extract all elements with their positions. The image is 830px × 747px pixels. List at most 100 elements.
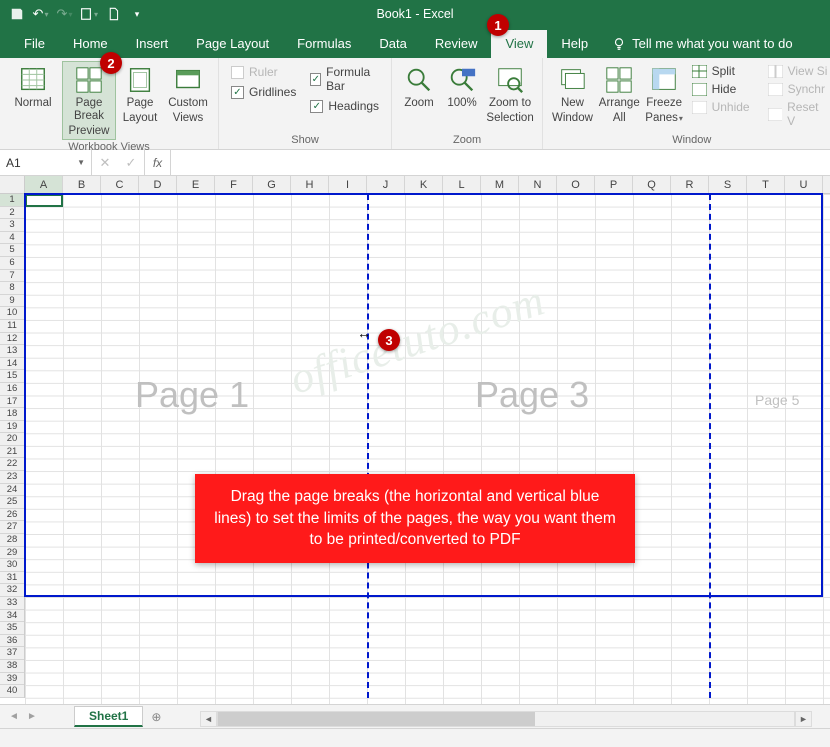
tab-nav-next-icon[interactable]: ► — [24, 711, 40, 722]
scroll-left-icon[interactable]: ◄ — [200, 711, 217, 727]
page-layout-view-button[interactable]: PageLayout — [118, 61, 162, 126]
row-header-29[interactable]: 29 — [0, 547, 24, 560]
row-header-40[interactable]: 40 — [0, 685, 24, 698]
row-header-6[interactable]: 6 — [0, 257, 24, 270]
row-header-5[interactable]: 5 — [0, 244, 24, 257]
col-header-B[interactable]: B — [63, 176, 101, 193]
col-header-Q[interactable]: Q — [633, 176, 671, 193]
col-header-C[interactable]: C — [101, 176, 139, 193]
row-header-1[interactable]: 1 — [0, 194, 24, 207]
row-header-28[interactable]: 28 — [0, 534, 24, 547]
col-header-I[interactable]: I — [329, 176, 367, 193]
row-header-38[interactable]: 38 — [0, 660, 24, 673]
col-header-L[interactable]: L — [443, 176, 481, 193]
formula-input[interactable] — [171, 150, 830, 175]
row-header-21[interactable]: 21 — [0, 446, 24, 459]
row-header-37[interactable]: 37 — [0, 647, 24, 660]
row-header-12[interactable]: 12 — [0, 333, 24, 346]
column-headers[interactable]: ABCDEFGHIJKLMNOPQRSTU — [25, 176, 830, 194]
sheet-tab-sheet1[interactable]: Sheet1 — [74, 706, 143, 727]
headings-checkbox[interactable]: ✓Headings — [310, 99, 379, 113]
row-header-17[interactable]: 17 — [0, 396, 24, 409]
page-break-vertical-2[interactable] — [709, 194, 711, 698]
scroll-right-icon[interactable]: ► — [795, 711, 812, 727]
horizontal-scrollbar[interactable]: ◄ ► — [200, 710, 812, 728]
spreadsheet-area[interactable]: ABCDEFGHIJKLMNOPQRSTU 123456789101112131… — [0, 176, 830, 704]
hide-button[interactable]: Hide — [690, 81, 752, 97]
new-sheet-button[interactable]: ⊕ — [145, 708, 167, 726]
row-header-31[interactable]: 31 — [0, 572, 24, 585]
custom-views-button[interactable]: CustomViews — [164, 61, 212, 126]
scroll-thumb[interactable] — [218, 712, 535, 726]
row-header-10[interactable]: 10 — [0, 307, 24, 320]
row-header-33[interactable]: 33 — [0, 597, 24, 610]
col-header-K[interactable]: K — [405, 176, 443, 193]
row-headers[interactable]: 1234567891011121314151617181920212223242… — [0, 194, 25, 698]
row-header-18[interactable]: 18 — [0, 408, 24, 421]
row-header-32[interactable]: 32 — [0, 584, 24, 597]
row-header-25[interactable]: 25 — [0, 496, 24, 509]
select-all-corner[interactable] — [0, 176, 25, 194]
tab-data[interactable]: Data — [365, 30, 420, 58]
col-header-H[interactable]: H — [291, 176, 329, 193]
row-header-7[interactable]: 7 — [0, 270, 24, 283]
col-header-M[interactable]: M — [481, 176, 519, 193]
undo-icon[interactable]: ↶▾ — [30, 3, 52, 25]
col-header-O[interactable]: O — [557, 176, 595, 193]
row-header-20[interactable]: 20 — [0, 433, 24, 446]
row-header-39[interactable]: 39 — [0, 673, 24, 686]
row-header-36[interactable]: 36 — [0, 635, 24, 648]
row-header-13[interactable]: 13 — [0, 345, 24, 358]
row-header-16[interactable]: 16 — [0, 383, 24, 396]
zoom-button[interactable]: Zoom — [398, 61, 440, 111]
qat-customize-icon[interactable]: ▾ — [126, 3, 148, 25]
formula-bar-checkbox[interactable]: ✓Formula Bar — [310, 65, 379, 93]
tab-file[interactable]: File — [10, 30, 59, 58]
tab-formulas[interactable]: Formulas — [283, 30, 365, 58]
col-header-S[interactable]: S — [709, 176, 747, 193]
row-header-24[interactable]: 24 — [0, 484, 24, 497]
cell-grid[interactable]: officetuto.com Page 1 Page 3 Page 5 ↔ — [25, 194, 830, 704]
arrange-all-button[interactable]: ArrangeAll — [596, 61, 643, 126]
row-header-35[interactable]: 35 — [0, 622, 24, 635]
row-header-34[interactable]: 34 — [0, 610, 24, 623]
fx-icon[interactable]: fx — [145, 150, 171, 175]
row-header-3[interactable]: 3 — [0, 219, 24, 232]
row-header-2[interactable]: 2 — [0, 207, 24, 220]
col-header-E[interactable]: E — [177, 176, 215, 193]
tab-review[interactable]: Review — [421, 30, 492, 58]
tab-insert[interactable]: Insert — [122, 30, 183, 58]
row-header-8[interactable]: 8 — [0, 282, 24, 295]
tell-me-search[interactable]: Tell me what you want to do — [602, 30, 802, 58]
col-header-D[interactable]: D — [139, 176, 177, 193]
col-header-G[interactable]: G — [253, 176, 291, 193]
scroll-track[interactable] — [217, 711, 795, 727]
row-header-23[interactable]: 23 — [0, 471, 24, 484]
page-break-vertical-1[interactable] — [367, 194, 369, 698]
gridlines-checkbox[interactable]: ✓Gridlines — [231, 85, 296, 99]
zoom-100-button[interactable]: 100% — [442, 61, 482, 111]
col-header-T[interactable]: T — [747, 176, 785, 193]
split-button[interactable]: Split — [690, 63, 752, 79]
col-header-N[interactable]: N — [519, 176, 557, 193]
row-header-26[interactable]: 26 — [0, 509, 24, 522]
normal-view-button[interactable]: Normal — [6, 61, 60, 111]
save-icon[interactable] — [6, 3, 28, 25]
tab-page-layout[interactable]: Page Layout — [182, 30, 283, 58]
col-header-F[interactable]: F — [215, 176, 253, 193]
row-header-15[interactable]: 15 — [0, 370, 24, 383]
zoom-to-selection-button[interactable]: Zoom toSelection — [484, 61, 536, 126]
name-box[interactable]: A1▼ — [0, 150, 92, 175]
tab-nav-prev-icon[interactable]: ◄ — [6, 711, 22, 722]
new-window-button[interactable]: NewWindow — [549, 61, 596, 126]
new-file-icon[interactable] — [102, 3, 124, 25]
row-header-19[interactable]: 19 — [0, 421, 24, 434]
freeze-panes-button[interactable]: FreezePanes▾ — [643, 61, 686, 126]
col-header-P[interactable]: P — [595, 176, 633, 193]
row-header-11[interactable]: 11 — [0, 320, 24, 333]
row-header-22[interactable]: 22 — [0, 458, 24, 471]
tab-help[interactable]: Help — [547, 30, 602, 58]
col-header-J[interactable]: J — [367, 176, 405, 193]
col-header-R[interactable]: R — [671, 176, 709, 193]
row-header-9[interactable]: 9 — [0, 295, 24, 308]
